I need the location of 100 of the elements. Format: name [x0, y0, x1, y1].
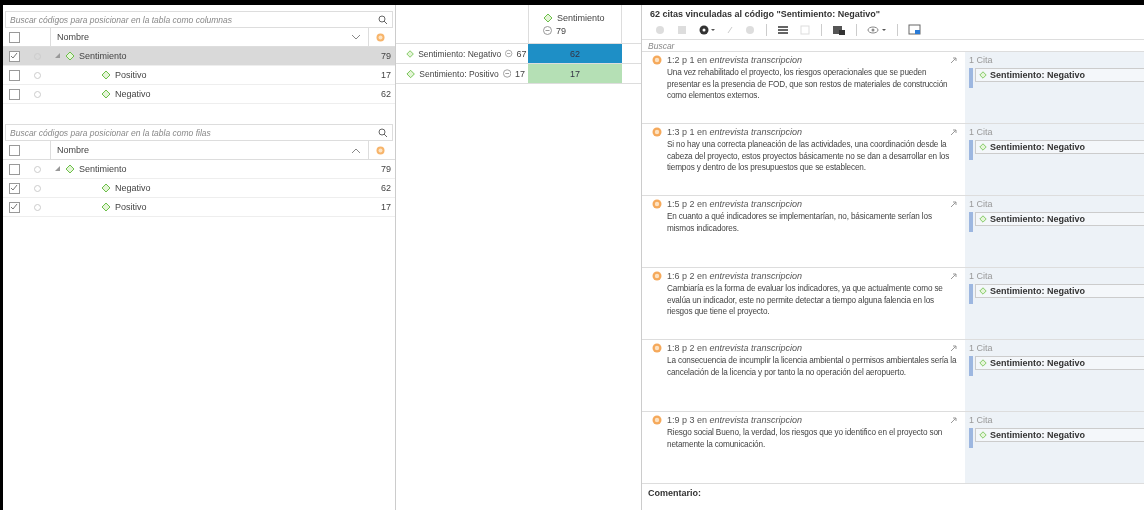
search-field[interactable]: Buscar códigos para posicionar en la tabla como filas	[5, 124, 393, 141]
code-tag[interactable]: Sentimiento: Negativo	[975, 68, 1144, 82]
quote-text: Cambiaría es la forma de evaluar los indicadores, ya que actualmente como se evalúa un indicador, este no permite detectar a tiempo alguna falencia en los riesgos que tiene el proyecto.	[666, 283, 944, 318]
open-arrow-icon[interactable]	[950, 272, 957, 280]
quote-reference[interactable]: 1:2 p 1 en entrevista transcripcion	[667, 55, 945, 65]
column-header[interactable]: Nombre	[51, 145, 352, 155]
code-diamond-icon	[65, 164, 75, 174]
quote-text: La consecuencia de incumplir la licencia ambiental o permisos ambientales sería la cancelación de la licencia y por tanto la no operación del aeropuerto.	[666, 355, 958, 378]
checkbox[interactable]	[8, 144, 20, 156]
expand-arrow-icon[interactable]	[55, 166, 61, 172]
tree-row[interactable]: Positivo 17	[3, 198, 395, 217]
quote-count-icon	[502, 69, 511, 78]
row-header[interactable]: Sentimiento: Negativo	[418, 48, 502, 59]
open-arrow-icon[interactable]	[950, 200, 957, 208]
checkbox[interactable]	[8, 88, 20, 100]
citation-count: 1 Cita	[969, 271, 994, 281]
quote-text: Una vez rehabilitado el proyecto, los riesgos operacionales que se pueden presentar es la presencia de FOD, que son restos de materiales de construcción como elementos externos.	[666, 67, 949, 102]
code-name: Sentimiento: Negativo	[990, 430, 1085, 440]
code-diamond-icon	[543, 12, 553, 23]
list-icon[interactable]	[777, 24, 789, 36]
column-header[interactable]: Nombre	[51, 32, 352, 42]
tree-row[interactable]: Negativo 62	[3, 85, 395, 104]
citation-count: 1 Cita	[969, 199, 994, 209]
search-icon	[378, 15, 388, 25]
tree-row[interactable]: Negativo 62	[3, 179, 395, 198]
code-bar-icon	[969, 68, 973, 88]
code-name: Sentimiento	[79, 51, 127, 61]
code-tag[interactable]: Sentimiento: Negativo	[975, 428, 1144, 442]
quote-count-icon	[505, 49, 513, 58]
code-name: Positivo	[115, 70, 147, 80]
code-bar-icon	[969, 356, 973, 376]
code-tag[interactable]: Sentimiento: Negativo	[975, 140, 1144, 154]
comment-label: Comentario:	[647, 487, 702, 500]
quote-icon	[652, 127, 662, 137]
code-diamond-icon	[979, 143, 987, 151]
code-name: Sentimiento: Negativo	[990, 358, 1085, 368]
open-arrow-icon[interactable]	[950, 416, 957, 424]
code-diamond-icon	[979, 71, 987, 79]
code-tag[interactable]: Sentimiento: Negativo	[975, 284, 1144, 298]
tree-row[interactable]: Sentimiento 79	[3, 47, 395, 66]
panel-title: 62 citas vinculadas al código "Sentimiento: Negativo"	[649, 8, 882, 21]
checked-checkbox[interactable]	[8, 50, 20, 62]
checked-checkbox[interactable]	[8, 201, 20, 213]
quote-icon	[652, 415, 662, 425]
quote-text: Riesgo social Bueno, la verdad, los riesgos que yo identifico en el proyecto son netamente la comunicación.	[666, 427, 944, 450]
quote-count-icon	[543, 26, 552, 35]
quote-count: 17	[380, 70, 392, 80]
quote-reference[interactable]: 1:3 p 1 en entrevista transcripcion	[667, 127, 945, 137]
quote-count: 79	[556, 25, 566, 36]
quote-text: Si no hay una correcta planeación de las actividades, una coordinación desde la cabeza del proyecto, estos proyectos básicamente no se dan a desarrollar en los tiempos y dentro de los presupuestos que se establecen.	[666, 139, 951, 174]
code-diamond-icon	[406, 68, 416, 79]
open-arrow-icon[interactable]	[950, 344, 957, 352]
checked-checkbox[interactable]	[8, 182, 20, 194]
code-diamond-icon	[979, 359, 987, 367]
code-name: Sentimiento: Negativo	[990, 286, 1085, 296]
table-cell[interactable]: 17	[528, 64, 622, 83]
quote-icon	[652, 199, 662, 209]
chevron-up-icon[interactable]	[352, 147, 360, 153]
code-tag[interactable]: Sentimiento: Negativo	[975, 356, 1144, 370]
code-tag[interactable]: Sentimiento: Negativo	[975, 212, 1144, 226]
quote-count: 62	[380, 183, 392, 193]
search-field[interactable]: Buscar	[642, 39, 1144, 52]
open-arrow-icon[interactable]	[950, 56, 957, 64]
chevron-down-icon[interactable]	[352, 34, 360, 40]
toolbar-icon[interactable]	[832, 24, 846, 36]
code-name: Positivo	[115, 202, 147, 212]
code-bar-icon	[969, 284, 973, 304]
quote-count: 17	[380, 202, 392, 212]
code-diamond-icon	[979, 215, 987, 223]
table-cell[interactable]: 62	[528, 44, 622, 63]
checkbox[interactable]	[8, 31, 20, 43]
quote-icon	[652, 343, 662, 353]
open-arrow-icon[interactable]	[950, 128, 957, 136]
checkbox[interactable]	[8, 69, 20, 81]
citation-count: 1 Cita	[969, 343, 994, 353]
citation-count: 1 Cita	[969, 55, 994, 65]
code-diamond-icon	[979, 287, 987, 295]
search-icon	[378, 128, 388, 138]
search-field[interactable]: Buscar códigos para posicionar en la tabla como columnas	[5, 11, 393, 28]
row-header[interactable]: Sentimiento: Positivo	[419, 68, 499, 79]
quote-reference[interactable]: 1:9 p 3 en entrevista transcripcion	[667, 415, 945, 425]
eye-icon[interactable]	[867, 24, 887, 36]
citation-count: 1 Cita	[969, 127, 994, 137]
window-icon[interactable]	[908, 24, 922, 36]
code-bar-icon	[969, 212, 973, 232]
quote-count: 79	[380, 164, 392, 174]
checkbox[interactable]	[8, 163, 20, 175]
quote-reference[interactable]: 1:8 p 2 en entrevista transcripcion	[667, 343, 945, 353]
code-name: Sentimiento	[557, 12, 605, 23]
quote-text: En cuanto a qué indicadores se implementarían, no, básicamente serían los mismos indicadores.	[666, 211, 933, 234]
tree-row[interactable]: Sentimiento 79	[3, 160, 395, 179]
quote-reference[interactable]: 1:5 p 2 en entrevista transcripcion	[667, 199, 945, 209]
expand-arrow-icon[interactable]	[55, 53, 61, 59]
quote-count: 79	[380, 51, 392, 61]
column-header[interactable]: Sentimiento 79	[528, 5, 622, 43]
tree-row[interactable]: Positivo 17	[3, 66, 395, 85]
quote-reference[interactable]: 1:6 p 2 en entrevista transcripcion	[667, 271, 945, 281]
quote-count: 17	[515, 68, 527, 79]
code-name: Sentimiento	[79, 164, 127, 174]
code-name: Negativo	[115, 89, 151, 99]
